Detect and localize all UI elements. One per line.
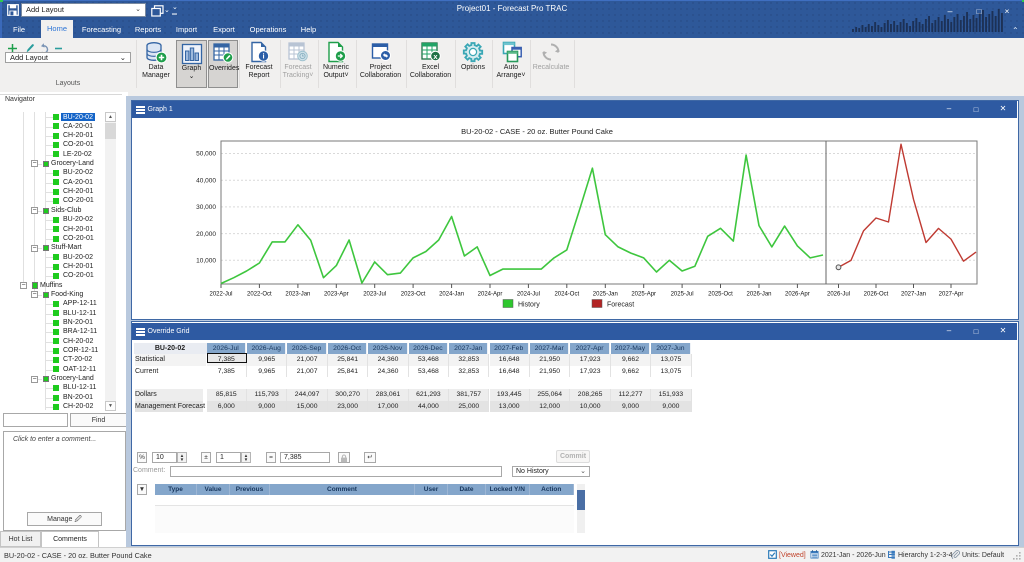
svg-text:2025-Apr: 2025-Apr (631, 292, 656, 298)
svg-text:40,000: 40,000 (196, 177, 216, 184)
svg-text:2026-Jul: 2026-Jul (827, 292, 850, 298)
svg-text:2023-Jan: 2023-Jan (285, 292, 310, 298)
svg-text:2024-Apr: 2024-Apr (478, 292, 503, 298)
svg-text:Forecast: Forecast (607, 302, 634, 309)
svg-text:30,000: 30,000 (196, 204, 216, 211)
svg-text:2024-Jan: 2024-Jan (439, 292, 464, 298)
svg-text:2026-Apr: 2026-Apr (785, 292, 810, 298)
svg-text:2027-Jan: 2027-Jan (901, 292, 926, 298)
svg-text:2023-Jul: 2023-Jul (363, 292, 386, 298)
svg-text:2026-Oct: 2026-Oct (864, 292, 889, 298)
svg-text:2024-Oct: 2024-Oct (554, 292, 579, 298)
svg-text:i: i (262, 52, 264, 61)
svg-text:2025-Jan: 2025-Jan (593, 292, 618, 298)
svg-text:10,000: 10,000 (196, 258, 216, 265)
svg-text:50,000: 50,000 (196, 151, 216, 158)
svg-text:BU-20-02 - CASE - 20 oz. Butte: BU-20-02 - CASE - 20 oz. Butter Pound Ca… (461, 127, 613, 136)
svg-text:History: History (518, 302, 540, 309)
svg-text:2023-Apr: 2023-Apr (324, 292, 349, 298)
svg-text:2026-Jan: 2026-Jan (746, 292, 771, 298)
svg-text:2025-Oct: 2025-Oct (708, 292, 733, 298)
svg-text:20,000: 20,000 (196, 231, 216, 238)
svg-text:2024-Jul: 2024-Jul (517, 292, 540, 298)
svg-text:2025-Jul: 2025-Jul (671, 292, 694, 298)
svg-text:2022-Oct: 2022-Oct (247, 292, 272, 298)
svg-text:2027-Apr: 2027-Apr (939, 292, 964, 298)
svg-text:2022-Jul: 2022-Jul (209, 292, 232, 298)
svg-text:2023-Oct: 2023-Oct (401, 292, 426, 298)
